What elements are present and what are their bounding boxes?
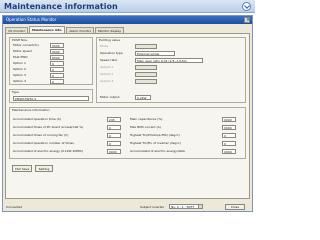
push-row-label: Option 2 — [13, 67, 26, 71]
exciting-row-label: Output 3 — [100, 79, 114, 83]
exciting-row-label: Output 2 — [100, 72, 114, 76]
maint-right-label: Max RMS current (A) — [130, 125, 161, 129]
maint-left-label: Accumulated times of PC board access(CLR… — [13, 125, 84, 129]
csv-save-button[interactable]: CSV Save — [12, 165, 32, 172]
maint-right-value: 0 — [222, 141, 236, 146]
tab-maintenance-info[interactable]: Maintenance info. — [28, 26, 66, 33]
maintenance-group-title: Maintenance information — [12, 108, 50, 112]
motor-output-value: 0.2kW — [135, 95, 151, 100]
push-row-value: 0 — [50, 73, 64, 78]
push-row-value: 0 — [50, 61, 64, 66]
window-titlebar: Operation Status Monitor — [3, 16, 252, 24]
maint-left-value: 245 — [107, 117, 121, 122]
exciting-row-label: Output 1 — [100, 65, 114, 69]
maint-right-label: Accumulated of electric energy/data — [130, 149, 185, 153]
push-row-value: 0 — [50, 67, 64, 72]
close-button[interactable]: Close — [225, 204, 245, 210]
maint-right-value: 0 — [222, 133, 236, 138]
status-monitor-window: Operation Status Monitor I/O monitor Mai… — [2, 15, 253, 212]
status-bar: Connected Subject inverter No. 0 : 1 : N… — [3, 203, 252, 211]
maint-left-label: Accumulated operation number of times — [13, 141, 74, 145]
push-row-label: Mult PWD — [13, 55, 28, 59]
push-group: PUSH Nos. Motor current(%) 0000 Motor sp… — [9, 37, 93, 85]
exciting-row-label: Operation type — [100, 51, 123, 55]
window-title: Operation Status Monitor — [6, 17, 57, 22]
maint-left-label: Accumulated operation time (h) — [13, 117, 61, 121]
maint-left-value: 0 — [107, 133, 121, 138]
subject-inverter-label: Subject inverter — [140, 205, 165, 209]
chevron-down-icon[interactable] — [198, 205, 202, 208]
exciting-row-value — [135, 72, 157, 77]
exciting-row-label: Speed ratio — [100, 58, 118, 62]
close-window-button[interactable] — [244, 16, 250, 24]
maint-left-value: 0 — [107, 141, 121, 146]
push-row-label: Option 4 — [13, 79, 26, 83]
setting-button[interactable]: Setting — [35, 165, 53, 172]
connection-status: Connected — [6, 205, 23, 209]
push-group-title: PUSH Nos. — [12, 38, 28, 42]
maint-left-value: 0000 — [107, 149, 121, 154]
exciting-group-title: Exciting value — [99, 38, 121, 42]
maint-right-value: 0000 — [222, 125, 236, 130]
exciting-group: Exciting value Mode Operation type Exter… — [96, 37, 246, 103]
exciting-row-value — [135, 44, 157, 49]
type-group: Type PMSM-M250-S — [9, 89, 93, 103]
motor-output-label: Motor output — [100, 95, 120, 99]
push-row-label: Option 1 — [13, 61, 26, 65]
push-row-value: 0000 — [50, 49, 64, 54]
maint-right-label: Highest Tin/Pmoto(a-FIN) (deg.C) — [130, 133, 180, 137]
type-value: PMSM-M250-S — [13, 96, 89, 101]
subject-inverter-select[interactable]: No. 0 : 1 : NVFT — [169, 204, 203, 209]
maint-left-value: 0 — [107, 125, 121, 130]
maint-right-value: 0000 — [222, 149, 236, 154]
exciting-row-value: External signal — [135, 51, 175, 56]
push-row-value: 0000 — [50, 43, 64, 48]
maintenance-panel: PUSH Nos. Motor current(%) 0000 Motor sp… — [5, 33, 250, 199]
section-banner: Maintenance information — [0, 0, 255, 13]
push-row-label: Motor speed — [13, 49, 32, 53]
push-row-value: 0000 — [50, 55, 64, 60]
exciting-row-value — [135, 79, 157, 84]
maint-left-label: Accumulated times of cooling fan (h) — [13, 133, 69, 137]
push-row-label: Motor current(%) — [13, 43, 39, 47]
maint-right-value: 0000 — [222, 117, 236, 122]
exciting-row-label: Mode — [100, 44, 109, 48]
push-row-value: 0 — [50, 79, 64, 84]
maint-right-label: Main capacitance (%) — [130, 117, 163, 121]
subject-inverter-value: No. 0 : 1 : NVFT — [171, 205, 195, 209]
type-group-title: Type — [12, 90, 19, 94]
expand-icon[interactable] — [242, 2, 251, 11]
maint-right-label: Highest Tin/Fin of inverter (deg.C) — [130, 141, 181, 145]
maint-left-label: Accumulated of electric energy (0.1kW·1M… — [13, 149, 83, 153]
push-row-label: Option 3 — [13, 73, 26, 77]
maintenance-group: Maintenance information Accumulated oper… — [9, 107, 246, 159]
exciting-row-value — [135, 65, 157, 70]
banner-title: Maintenance information — [4, 2, 118, 11]
exciting-row-value: Main gear ratio 0.03 (1/3~1/150) — [135, 58, 203, 63]
